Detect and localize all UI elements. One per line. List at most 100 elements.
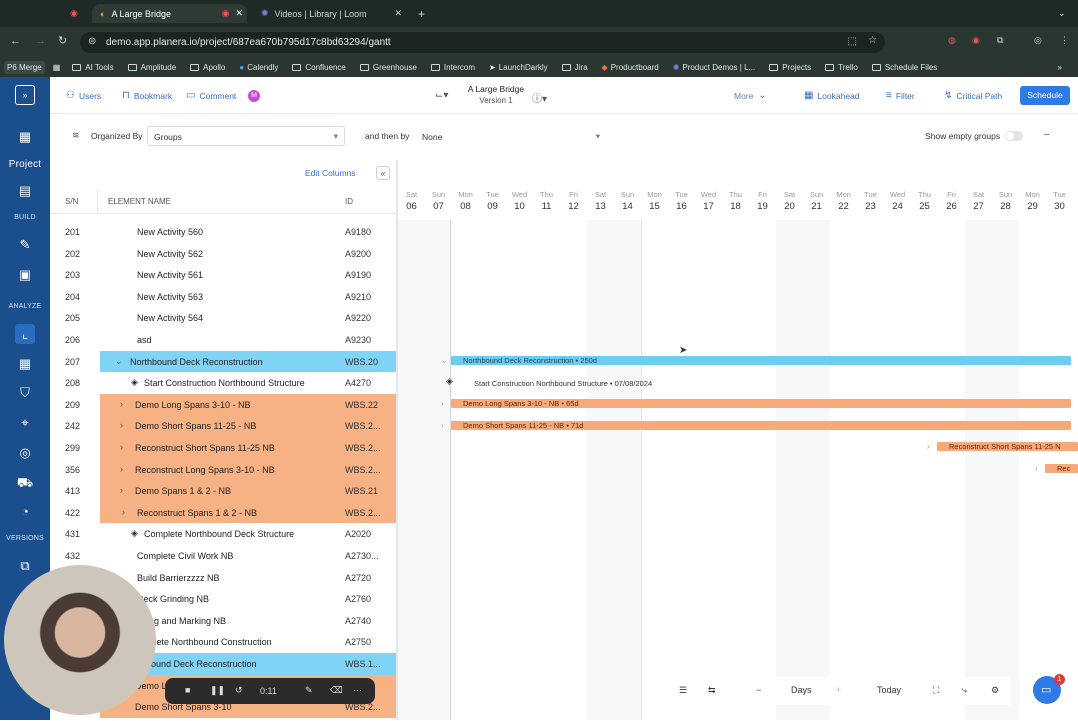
gantt-bar-reconstruct-long[interactable]: Rec bbox=[1045, 464, 1078, 473]
chevron-down-icon[interactable]: ⌄ bbox=[115, 356, 123, 367]
bookmark-folder[interactable]: Amplitude bbox=[127, 63, 176, 72]
restart-icon[interactable]: ↺ bbox=[235, 685, 243, 696]
more-bookmarks-icon[interactable]: » bbox=[1058, 63, 1062, 72]
chevron-right-icon[interactable]: › bbox=[441, 421, 444, 430]
more-icon[interactable]: ⋯ bbox=[353, 685, 362, 696]
chat-button[interactable]: ▭ 1 bbox=[1033, 674, 1065, 704]
gantt-bar-reconstruct-short[interactable]: Reconstruct Short Spans 11-25 N bbox=[937, 442, 1078, 451]
bookmark-folder[interactable]: Schedule Files bbox=[871, 63, 937, 72]
collapse-grid-button[interactable]: « bbox=[376, 166, 390, 180]
users-button[interactable]: ⚇ Users bbox=[66, 90, 101, 101]
fullscreen-icon[interactable]: ⛶ bbox=[933, 685, 939, 696]
close-icon[interactable]: ✕ bbox=[394, 8, 402, 19]
webcam-bubble[interactable] bbox=[4, 565, 156, 715]
pause-icon[interactable]: ❚❚ bbox=[210, 685, 225, 696]
bookmark-link[interactable]: ◆ Productboard bbox=[602, 63, 659, 72]
tab-loom[interactable]: ✺ Videos | Library | Loom ✕ bbox=[255, 4, 410, 23]
zoom-out-icon[interactable]: − bbox=[756, 685, 761, 695]
bookmark-folder[interactable]: Greenhouse bbox=[359, 63, 417, 72]
edit-columns-link[interactable]: Edit Columns bbox=[305, 168, 356, 178]
tab-search-button[interactable]: ⌄ bbox=[1058, 4, 1066, 23]
chevron-right-icon[interactable]: › bbox=[441, 399, 444, 408]
info-icon[interactable]: ⓘ▾ bbox=[532, 90, 547, 105]
schedule-button[interactable]: Schedule bbox=[1020, 86, 1070, 105]
bookmark-link[interactable]: ➤ LaunchDarkly bbox=[489, 63, 548, 72]
dependency-icon[interactable]: ⤷ bbox=[962, 685, 967, 696]
swap-icon[interactable]: ⇆ bbox=[708, 685, 716, 696]
pencil-icon[interactable]: ✎ bbox=[15, 235, 35, 255]
table-row[interactable]: 209 › Demo Long Spans 3-10 - NB WBS.22 bbox=[50, 393, 396, 416]
profile-icon[interactable]: ◎ bbox=[1034, 35, 1042, 46]
gantt-bar-northbound-deck[interactable]: Northbound Deck Reconstruction • 250d bbox=[451, 356, 1071, 365]
bookmark-folder[interactable]: Trello bbox=[825, 63, 858, 72]
bookmark-folder[interactable]: Jira bbox=[561, 63, 588, 72]
chevron-right-icon[interactable]: › bbox=[120, 485, 123, 495]
lookahead-button[interactable]: ▦ Lookahead bbox=[804, 90, 860, 101]
new-tab-button[interactable]: + bbox=[418, 4, 425, 23]
stop-icon[interactable]: ■ bbox=[185, 685, 190, 695]
gantt-bar-demo-long-spans[interactable]: Demo Long Spans 3-10 - NB • 65d bbox=[451, 399, 1071, 408]
collapse-icon[interactable]: – bbox=[1044, 129, 1050, 140]
location-icon[interactable]: ⌖ bbox=[15, 413, 35, 433]
bookmark-folder[interactable]: Projects bbox=[769, 63, 811, 72]
gantt-bar-demo-short-spans[interactable]: Demo Short Spans 11-25 - NB • 71d bbox=[451, 421, 1071, 430]
chevron-down-icon[interactable]: ⌄ bbox=[441, 356, 448, 365]
more-button[interactable]: More ⌄ bbox=[734, 90, 771, 101]
show-empty-groups-toggle[interactable] bbox=[1005, 131, 1023, 141]
filter-button[interactable]: ≡ Filter bbox=[886, 90, 915, 101]
layout-icon[interactable]: ▣ bbox=[15, 265, 35, 285]
today-button[interactable]: Today bbox=[877, 685, 901, 695]
avatar[interactable]: M bbox=[248, 90, 260, 102]
table-row[interactable]: 205 New Activity 564 A9220 bbox=[50, 307, 396, 329]
bookmark-folder[interactable]: Apollo bbox=[190, 63, 225, 72]
chevron-right-icon[interactable]: › bbox=[120, 420, 123, 430]
address-bar[interactable]: ⊜ demo.app.planera.io/project/687ea670b7… bbox=[80, 32, 885, 53]
table-row[interactable]: 207 ⌄ Northbound Deck Reconstruction WBS.20 bbox=[50, 350, 396, 373]
reload-icon[interactable]: ↻ bbox=[58, 34, 67, 47]
versions-icon[interactable]: ⧉ bbox=[15, 556, 35, 576]
table-row[interactable]: 206 asd A9230 bbox=[50, 329, 396, 351]
install-icon[interactable]: ⬚ bbox=[848, 36, 857, 47]
delete-icon[interactable]: ⌫ bbox=[330, 685, 343, 696]
site-info-icon[interactable]: ⊜ bbox=[88, 36, 96, 47]
tab-a-large-bridge[interactable]: ◐ A Large Bridge ◉ ✕ bbox=[92, 4, 247, 23]
table-row[interactable]: 431 ◈ Complete Northbound Deck Structure A2… bbox=[50, 523, 396, 545]
table-row[interactable]: 242 › Demo Short Spans 11-25 - NB WBS.2... bbox=[50, 415, 396, 437]
profile-chip[interactable]: P6 Merge bbox=[4, 60, 45, 74]
truck-icon[interactable]: ⛟ bbox=[15, 473, 35, 493]
back-icon[interactable]: ← bbox=[10, 35, 21, 47]
menu-icon[interactable]: ⋮ bbox=[1060, 35, 1069, 46]
shield-icon[interactable]: ⛉ bbox=[15, 383, 35, 403]
table-row[interactable]: 413 › Demo Spans 1 & 2 - NB WBS.21 bbox=[50, 480, 396, 502]
settings-icon[interactable]: ⚙ bbox=[991, 685, 999, 696]
table-row[interactable]: 208 ◈ Start Construction Northbound Struct… bbox=[50, 372, 396, 394]
table-row[interactable]: 202 New Activity 562 A9200 bbox=[50, 243, 396, 265]
comment-button[interactable]: ▭ Comment bbox=[186, 90, 236, 101]
tab-recording[interactable]: ◉ bbox=[64, 4, 86, 23]
bookmark-button[interactable]: ⊓ Bookmark bbox=[122, 90, 172, 101]
milestone-diamond-icon[interactable]: ◈ bbox=[446, 376, 453, 387]
extension-icon[interactable]: ◉ bbox=[972, 35, 980, 46]
bookmark-folder[interactable]: Confluence bbox=[292, 63, 346, 72]
timer-icon[interactable]: ◔ bbox=[15, 502, 35, 522]
gantt-icon[interactable]: ⌞ bbox=[15, 324, 35, 344]
bookmark-link[interactable]: ✺ Product Demos | L... bbox=[673, 63, 755, 72]
list-icon[interactable]: ☰ bbox=[679, 685, 687, 696]
apps-icon[interactable]: ▦ bbox=[53, 63, 61, 72]
draw-icon[interactable]: ✎ bbox=[305, 685, 313, 696]
calendar-icon[interactable]: ▦ bbox=[15, 354, 35, 374]
bookmark-folder[interactable]: Intercom bbox=[430, 63, 475, 72]
chevron-right-icon[interactable]: › bbox=[122, 507, 125, 517]
forward-icon[interactable]: → bbox=[35, 35, 46, 47]
rail-project-label[interactable]: Project bbox=[0, 159, 50, 170]
table-row[interactable]: 201 New Activity 560 A9180 bbox=[50, 221, 396, 243]
chevron-right-icon[interactable]: › bbox=[927, 442, 930, 451]
bookmark-link[interactable]: ● Calendly bbox=[239, 63, 278, 72]
column-sn[interactable]: S/N bbox=[65, 197, 78, 206]
view-switch-icon[interactable]: ⌙▾ bbox=[435, 90, 448, 101]
extension-icon[interactable]: ◍ bbox=[948, 35, 956, 46]
column-element-name[interactable]: ELEMENT NAME bbox=[108, 197, 171, 206]
extensions-icon[interactable]: ⧉ bbox=[997, 35, 1003, 46]
table-row[interactable]: 299 › Reconstruct Short Spans 11-25 NB WBS.… bbox=[50, 437, 396, 459]
critical-path-button[interactable]: ↯ Critical Path bbox=[944, 90, 1002, 101]
